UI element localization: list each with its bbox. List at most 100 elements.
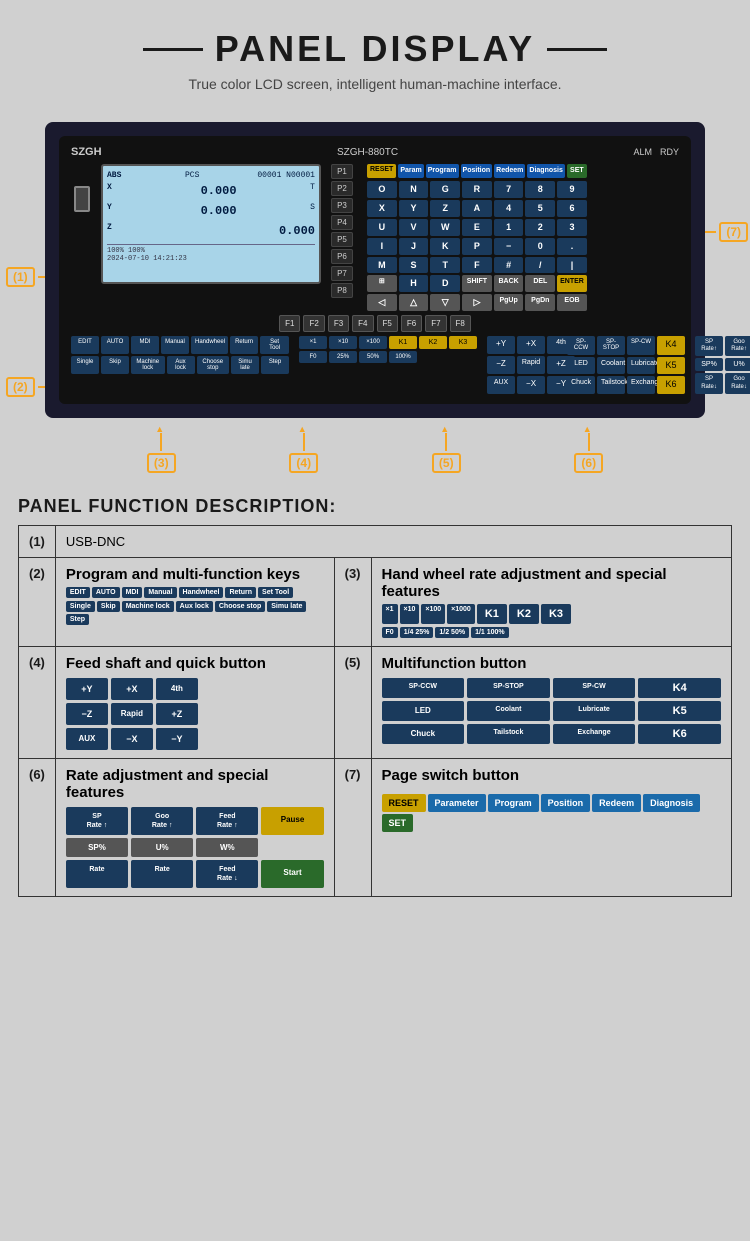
key-0[interactable]: 0: [525, 238, 555, 255]
key-4[interactable]: 4: [494, 200, 524, 217]
p8-btn[interactable]: P8: [331, 283, 353, 298]
f3-btn[interactable]: F3: [328, 315, 349, 332]
goo-rate-up[interactable]: GooRate↑: [725, 336, 750, 356]
mk-manual[interactable]: Manual: [144, 587, 176, 598]
mk-k2[interactable]: K2: [509, 604, 539, 624]
rapid-btn[interactable]: Rapid: [517, 356, 545, 374]
mk-led[interactable]: LED: [382, 701, 465, 721]
key-del[interactable]: DEL: [525, 275, 555, 292]
single-btn[interactable]: Single: [71, 356, 99, 374]
fk-4th[interactable]: 4th: [156, 678, 198, 700]
k3-btn[interactable]: K3: [449, 336, 477, 349]
sp-rate-up[interactable]: SPRate↑: [695, 336, 723, 356]
chuck-btn[interactable]: Chuck: [567, 376, 595, 393]
key-w[interactable]: W: [430, 219, 460, 236]
fk-aux[interactable]: AUX: [66, 728, 108, 750]
key-7[interactable]: 7: [494, 181, 524, 198]
f7-btn[interactable]: F7: [425, 315, 446, 332]
x1-btn[interactable]: ×1: [299, 336, 327, 349]
mk-x10[interactable]: ×10: [400, 604, 420, 624]
k4-btn[interactable]: K4: [657, 336, 685, 355]
key-m[interactable]: M: [367, 257, 397, 274]
settool-btn[interactable]: Set Tool: [260, 336, 289, 354]
key-minus[interactable]: −: [494, 238, 524, 255]
key-pgdn[interactable]: PgDn: [525, 294, 555, 311]
mk-100[interactable]: 1/1 100%: [471, 627, 509, 638]
key-u[interactable]: U: [367, 219, 397, 236]
plus-x[interactable]: +X: [517, 336, 545, 354]
goo-rate-dn[interactable]: GooRate↓: [725, 373, 750, 393]
key-j[interactable]: J: [399, 238, 429, 255]
mk-choosestop[interactable]: Choose stop: [215, 601, 265, 612]
coolant-btn[interactable]: Coolant: [597, 357, 625, 374]
ps-set[interactable]: SET: [382, 814, 414, 832]
key-s[interactable]: S: [399, 257, 429, 274]
mk-sp-rate-dn[interactable]: Rate: [66, 860, 128, 888]
mk-K6[interactable]: K6: [638, 724, 721, 744]
fk-mz[interactable]: −Z: [66, 703, 108, 725]
usb-port[interactable]: [74, 186, 90, 212]
ps-reset[interactable]: RESET: [382, 794, 426, 812]
x10-btn[interactable]: ×10: [329, 336, 357, 349]
mk-x100[interactable]: ×100: [421, 604, 445, 624]
key-nav4[interactable]: ▷: [462, 294, 492, 311]
key-9[interactable]: 9: [557, 181, 587, 198]
fk-my[interactable]: −Y: [156, 728, 198, 750]
f4-btn[interactable]: F4: [352, 315, 373, 332]
f6-btn[interactable]: F6: [401, 315, 422, 332]
aux-btn[interactable]: AUX: [487, 376, 515, 394]
p3-btn[interactable]: P3: [331, 198, 353, 213]
key-g[interactable]: G: [430, 181, 460, 198]
auxlock-btn[interactable]: Aux lock: [167, 356, 195, 374]
mk-k1[interactable]: K1: [477, 604, 507, 624]
mk-sp-stop[interactable]: SP-STOP: [467, 678, 550, 698]
rate25-btn[interactable]: 25%: [329, 351, 357, 363]
mk-return[interactable]: Return: [225, 587, 256, 598]
key-5[interactable]: 5: [525, 200, 555, 217]
return-btn[interactable]: Return: [230, 336, 258, 354]
key-misc1[interactable]: ⊞: [367, 275, 397, 292]
mk-goo-rate-up[interactable]: GooRate ↑: [131, 807, 193, 835]
key-v[interactable]: V: [399, 219, 429, 236]
simul-btn[interactable]: Simu late: [231, 356, 259, 374]
key-k[interactable]: K: [430, 238, 460, 255]
p6-btn[interactable]: P6: [331, 249, 353, 264]
key-back[interactable]: BACK: [494, 275, 524, 292]
mk-auxlock[interactable]: Aux lock: [176, 601, 213, 612]
p5-btn[interactable]: P5: [331, 232, 353, 247]
mk-sp-ccw[interactable]: SP-CCW: [382, 678, 465, 698]
edit-btn[interactable]: EDIT: [71, 336, 99, 354]
diagnosis-key[interactable]: Diagnosis: [527, 164, 564, 178]
skip-btn[interactable]: Skip: [101, 356, 129, 374]
key-e[interactable]: E: [462, 219, 492, 236]
key-r[interactable]: R: [462, 181, 492, 198]
mk-skip[interactable]: Skip: [97, 601, 120, 612]
key-x[interactable]: X: [367, 200, 397, 217]
mk-25[interactable]: 1/4 25%: [400, 627, 434, 638]
key-z[interactable]: Z: [430, 200, 460, 217]
k1-btn[interactable]: K1: [389, 336, 417, 349]
key-1[interactable]: 1: [494, 219, 524, 236]
sp-pct[interactable]: SP%: [695, 358, 723, 371]
key-y[interactable]: Y: [399, 200, 429, 217]
fk-px[interactable]: +X: [111, 678, 153, 700]
mk-k3[interactable]: K3: [541, 604, 571, 624]
mk-start[interactable]: Start: [261, 860, 323, 888]
mk-coolant[interactable]: Coolant: [467, 701, 550, 721]
mk-lubricate[interactable]: Lubricate: [553, 701, 636, 721]
key-8[interactable]: 8: [525, 181, 555, 198]
mk-pause[interactable]: Pause: [261, 807, 323, 835]
mk-sp-pct[interactable]: SP%: [66, 838, 128, 857]
f1-btn[interactable]: F1: [279, 315, 300, 332]
p7-btn[interactable]: P7: [331, 266, 353, 281]
fk-mx[interactable]: −X: [111, 728, 153, 750]
auto-btn[interactable]: AUTO: [101, 336, 129, 354]
step-btn[interactable]: Step: [261, 356, 289, 374]
mk-exchange[interactable]: Exchange: [553, 724, 636, 744]
sp-ccw[interactable]: SP-CCW: [567, 336, 595, 355]
key-t[interactable]: T: [430, 257, 460, 274]
mk-feed-rate-dn[interactable]: FeedRate ↓: [196, 860, 258, 888]
set-key[interactable]: SET: [567, 164, 587, 178]
rate100-btn[interactable]: 100%: [389, 351, 417, 363]
mk-u-pct[interactable]: U%: [131, 838, 193, 857]
